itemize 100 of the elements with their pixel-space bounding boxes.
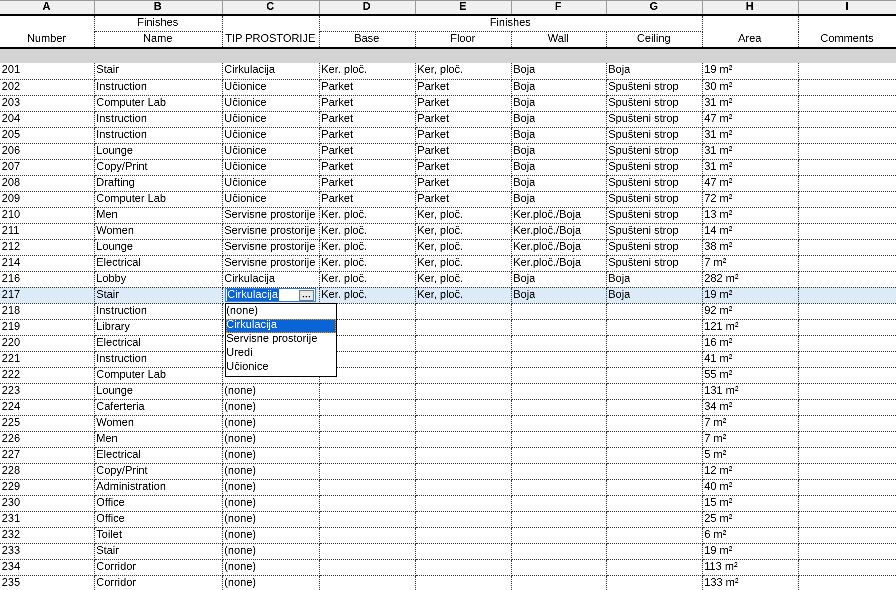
- column-letter[interactable]: G: [606, 0, 702, 15]
- column-letter[interactable]: E: [415, 0, 511, 15]
- table-cell: Ker.ploč./Boja: [511, 255, 606, 271]
- table-cell: 47 m²: [702, 111, 798, 127]
- table-cell: Spušteni strop: [606, 111, 702, 127]
- table-cell: 226: [0, 431, 94, 447]
- table-cell: 6 m²: [702, 527, 798, 543]
- table-row[interactable]: 211 Women Servisne prostorije Ker. ploč. Ker, ploč. Ker.ploč./Boja Spušteni strop 14 m²: [0, 223, 896, 239]
- table-cell: Ker, ploč.: [415, 287, 511, 303]
- table-cell: Parket: [319, 95, 415, 111]
- table-cell: Boja: [606, 63, 702, 79]
- column-letter[interactable]: F: [511, 0, 606, 15]
- table-row[interactable]: 224 Caferteria (none) 34 m²: [0, 399, 896, 415]
- table-row[interactable]: 228 Copy/Print (none) 12 m²: [0, 463, 896, 479]
- table-cell: Corridor: [94, 575, 222, 590]
- table-cell: Parket: [319, 159, 415, 175]
- table-cell: 201: [0, 63, 94, 79]
- table-cell: 41 m²: [702, 351, 798, 367]
- table-cell: Ker. ploč.: [319, 255, 415, 271]
- table-cell: Boja: [511, 127, 606, 143]
- table-cell: (none): [222, 543, 319, 559]
- table-row[interactable]: 229 Administration (none) 40 m²: [0, 479, 896, 495]
- table-cell: Ker, ploč.: [415, 63, 511, 79]
- table-cell: 5 m²: [702, 447, 798, 463]
- table-cell: Servisne prostorije: [222, 255, 319, 271]
- column-letter[interactable]: C: [222, 0, 319, 15]
- table-cell: 211: [0, 223, 94, 239]
- table-row[interactable]: 225 Women (none) 7 m²: [0, 415, 896, 431]
- table-cell: 234: [0, 559, 94, 575]
- table-row[interactable]: 208 Drafting Učionice Parket Parket Boja Spušteni strop 47 m²: [0, 175, 896, 191]
- table-cell: 14 m²: [702, 223, 798, 239]
- dropdown-option[interactable]: (none): [226, 304, 336, 318]
- table-cell: Parket: [319, 127, 415, 143]
- column-letter[interactable]: A: [0, 0, 94, 15]
- table-row[interactable]: 231 Office (none) 25 m²: [0, 511, 896, 527]
- table-cell: Men: [94, 207, 222, 223]
- table-cell: 232: [0, 527, 94, 543]
- table-cell: Parket: [319, 111, 415, 127]
- type-combobox[interactable]: Cirkulacija: [224, 288, 316, 302]
- dropdown-option[interactable]: Cirkulacija: [226, 318, 336, 332]
- table-cell: 235: [0, 575, 94, 590]
- dropdown-option[interactable]: Servisne prostorije: [226, 332, 336, 346]
- table-cell: (none): [222, 527, 319, 543]
- table-cell: 202: [0, 79, 94, 95]
- table-row[interactable]: 205 Instruction Učionice Parket Parket Boja Spušteni strop 31 m²: [0, 127, 896, 143]
- table-row[interactable]: 232 Toilet (none) 6 m²: [0, 527, 896, 543]
- table-cell: Office: [94, 511, 222, 527]
- table-row[interactable]: 223 Lounge (none) 131 m²: [0, 383, 896, 399]
- table-cell: 225: [0, 415, 94, 431]
- table-cell: 231: [0, 511, 94, 527]
- table-cell: Lounge: [94, 143, 222, 159]
- table-cell: 121 m²: [702, 319, 798, 335]
- table-cell: 13 m²: [702, 207, 798, 223]
- table-cell: 210: [0, 207, 94, 223]
- table-row[interactable]: 233 Stair (none) 19 m²: [0, 543, 896, 559]
- table-row[interactable]: 210 Men Servisne prostorije Ker. ploč. Ker, ploč. Ker.ploč./Boja Spušteni strop 13 m²: [0, 207, 896, 223]
- table-cell: Spušteni strop: [606, 191, 702, 207]
- table-cell: Spušteni strop: [606, 127, 702, 143]
- table-cell: 229: [0, 479, 94, 495]
- table-cell: Office: [94, 495, 222, 511]
- table-row[interactable]: 203 Computer Lab Učionice Parket Parket Boja Spušteni strop 31 m²: [0, 95, 896, 111]
- table-row[interactable]: 234 Corridor (none) 113 m²: [0, 559, 896, 575]
- table-cell: Copy/Print: [94, 463, 222, 479]
- table-cell: Instruction: [94, 79, 222, 95]
- table-cell: Ker. ploč.: [319, 63, 415, 79]
- table-cell: Lounge: [94, 383, 222, 399]
- table-cell: Instruction: [94, 111, 222, 127]
- table-row[interactable]: 227 Electrical (none) 5 m²: [0, 447, 896, 463]
- column-letter[interactable]: I: [798, 0, 896, 15]
- table-row[interactable]: 202 Instruction Učionice Parket Parket Boja Spušteni strop 30 m²: [0, 79, 896, 95]
- table-cell: Computer Lab: [94, 367, 222, 383]
- column-letter[interactable]: H: [702, 0, 798, 15]
- table-cell: 25 m²: [702, 511, 798, 527]
- column-letter[interactable]: D: [319, 0, 415, 15]
- table-cell: 208: [0, 175, 94, 191]
- table-row[interactable]: 214 Electrical Servisne prostorije Ker. ploč. Ker, ploč. Ker.ploč./Boja Spušteni strop 7 m²: [0, 255, 896, 271]
- table-row[interactable]: 206 Lounge Učionice Parket Parket Boja Spušteni strop 31 m²: [0, 143, 896, 159]
- table-cell: Ker.ploč./Boja: [511, 223, 606, 239]
- table-row[interactable]: 212 Lounge Servisne prostorije Ker. ploč. Ker, ploč. Ker.ploč./Boja Spušteni strop 38 m²: [0, 239, 896, 255]
- table-cell: Instruction: [94, 303, 222, 319]
- table-cell: 207: [0, 159, 94, 175]
- table-row[interactable]: 201 Stair Cirkulacija Ker. ploč. Ker, ploč. Boja Boja 19 m²: [0, 63, 896, 79]
- table-cell: Toilet: [94, 527, 222, 543]
- table-cell: Electrical: [94, 447, 222, 463]
- table-cell: 219: [0, 319, 94, 335]
- column-letter[interactable]: B: [94, 0, 222, 15]
- table-row[interactable]: 207 Copy/Print Učionice Parket Parket Boja Spušteni strop 31 m²: [0, 159, 896, 175]
- table-row[interactable]: 230 Office (none) 15 m²: [0, 495, 896, 511]
- table-row[interactable]: 235 Corridor (none) 133 m²: [0, 575, 896, 590]
- table-row[interactable]: 204 Instruction Učionice Parket Parket Boja Spušteni strop 47 m²: [0, 111, 896, 127]
- table-cell: Administration: [94, 479, 222, 495]
- table-row[interactable]: 226 Men (none) 7 m²: [0, 431, 896, 447]
- table-cell: Servisne prostorije: [222, 223, 319, 239]
- table-cell: 31 m²: [702, 95, 798, 111]
- table-cell: (none): [222, 511, 319, 527]
- table-row[interactable]: 209 Computer Lab Učionice Parket Parket Boja Spušteni strop 72 m²: [0, 191, 896, 207]
- table-cell: Učionice: [222, 175, 319, 191]
- table-cell: 31 m²: [702, 159, 798, 175]
- table-cell: 209: [0, 191, 94, 207]
- table-cell: Boja: [511, 175, 606, 191]
